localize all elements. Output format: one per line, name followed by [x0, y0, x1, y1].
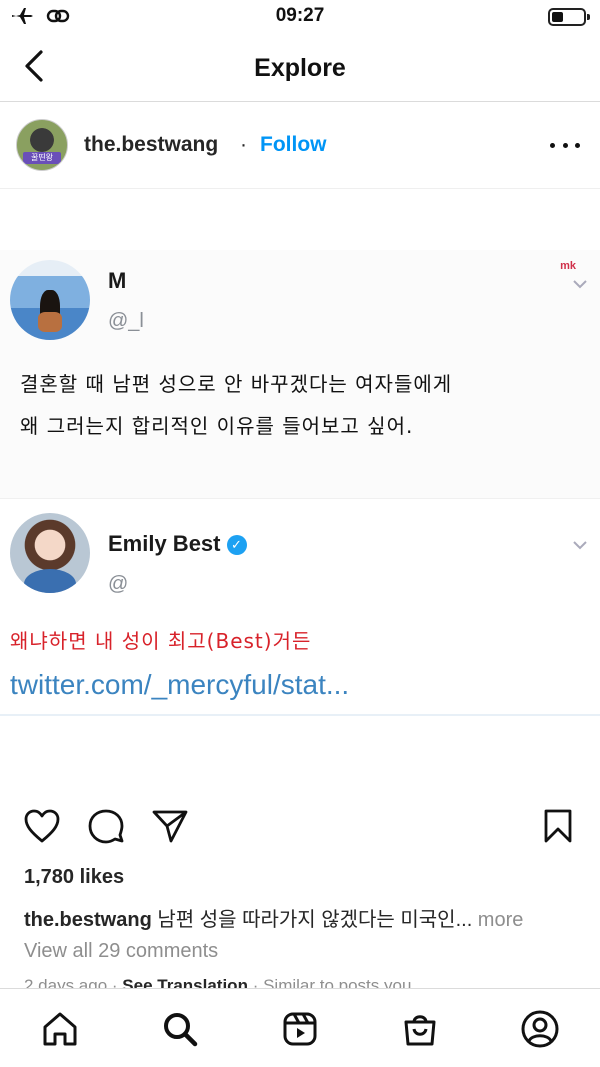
post-image[interactable]: M @_l mk 결혼할 때 남편 성으로 안 바꾸겠다는 여자들에게 왜 그러…: [0, 190, 600, 800]
battery-icon: [548, 8, 590, 26]
reels-icon[interactable]: [280, 1009, 320, 1049]
follow-button[interactable]: Follow: [260, 133, 327, 157]
tweet-original: M @_l mk 결혼할 때 남편 성으로 안 바꾸겠다는 여자들에게 왜 그러…: [0, 250, 600, 498]
view-comments-link[interactable]: View all 29 comments: [24, 940, 218, 963]
post-actions: [0, 806, 600, 850]
nav-header: Explore: [0, 34, 600, 102]
tweet-avatar: [10, 513, 90, 593]
tweet-avatar: [10, 260, 90, 340]
watermark-mk: mk: [560, 260, 576, 272]
caption-more-link[interactable]: more: [472, 909, 524, 931]
avatar[interactable]: 꿀띤왕: [16, 119, 68, 171]
bookmark-icon[interactable]: [538, 806, 578, 846]
avatar-tag: 꿀띤왕: [23, 152, 61, 164]
status-bar: 09:27: [0, 0, 600, 34]
shop-icon[interactable]: [400, 1009, 440, 1049]
profile-icon[interactable]: [520, 1009, 560, 1049]
tweet-author-handle: @_l: [108, 310, 144, 332]
similar-posts-text: Similar to posts you: [263, 976, 412, 988]
chevron-down-icon: [573, 541, 587, 550]
home-icon[interactable]: [40, 1009, 80, 1049]
tweet-text-line: 왜 그러는지 합리적인 이유를 들어보고 싶어.: [20, 414, 414, 438]
likes-count[interactable]: 1,780 likes: [24, 866, 124, 889]
tweet-author-name: Emily Best ✓: [108, 531, 247, 557]
share-icon[interactable]: [150, 806, 190, 846]
more-horizontal-icon[interactable]: [550, 135, 580, 155]
tweet-reply-text: 왜냐하면 내 성이 최고(Best)거든: [10, 629, 312, 653]
post-caption: the.bestwang 남편 성을 따라가지 않겠다는 미국인... more: [24, 903, 584, 932]
heart-icon[interactable]: [22, 806, 62, 846]
comment-icon[interactable]: [86, 806, 126, 846]
post-username[interactable]: the.bestwang: [84, 133, 218, 157]
post-header: 꿀띤왕 the.bestwang · Follow: [0, 103, 600, 189]
post-timestamp: 2 days ago: [24, 976, 108, 988]
chevron-down-icon: [573, 280, 587, 289]
tab-bar: [0, 988, 600, 1067]
see-translation-link[interactable]: See Translation: [122, 976, 248, 988]
status-time: 09:27: [275, 5, 325, 26]
tweet-author-handle: @: [108, 573, 129, 595]
tweet-text-line: 결혼할 때 남편 성으로 안 바꾸겠다는 여자들에게: [20, 372, 453, 396]
battery-level: [552, 12, 563, 22]
tweet-author-name: M: [108, 268, 127, 293]
post-meta: 2 days ago · See Translation · Similar t…: [24, 976, 411, 988]
verified-badge-icon: ✓: [226, 535, 247, 555]
caption-username[interactable]: the.bestwang: [24, 909, 152, 931]
tweet-link: twitter.com/_mercyful/stat...: [10, 669, 350, 700]
separator-dot: ·: [240, 133, 247, 156]
page-title: Explore: [254, 54, 346, 82]
tweet-reply: Emily Best ✓ @ 왜냐하면 내 성이 최고(Best)거든 twitt…: [0, 498, 600, 716]
caption-text: 남편 성을 따라가지 않겠다는 미국인...: [151, 909, 473, 931]
search-icon[interactable]: [160, 1009, 200, 1049]
